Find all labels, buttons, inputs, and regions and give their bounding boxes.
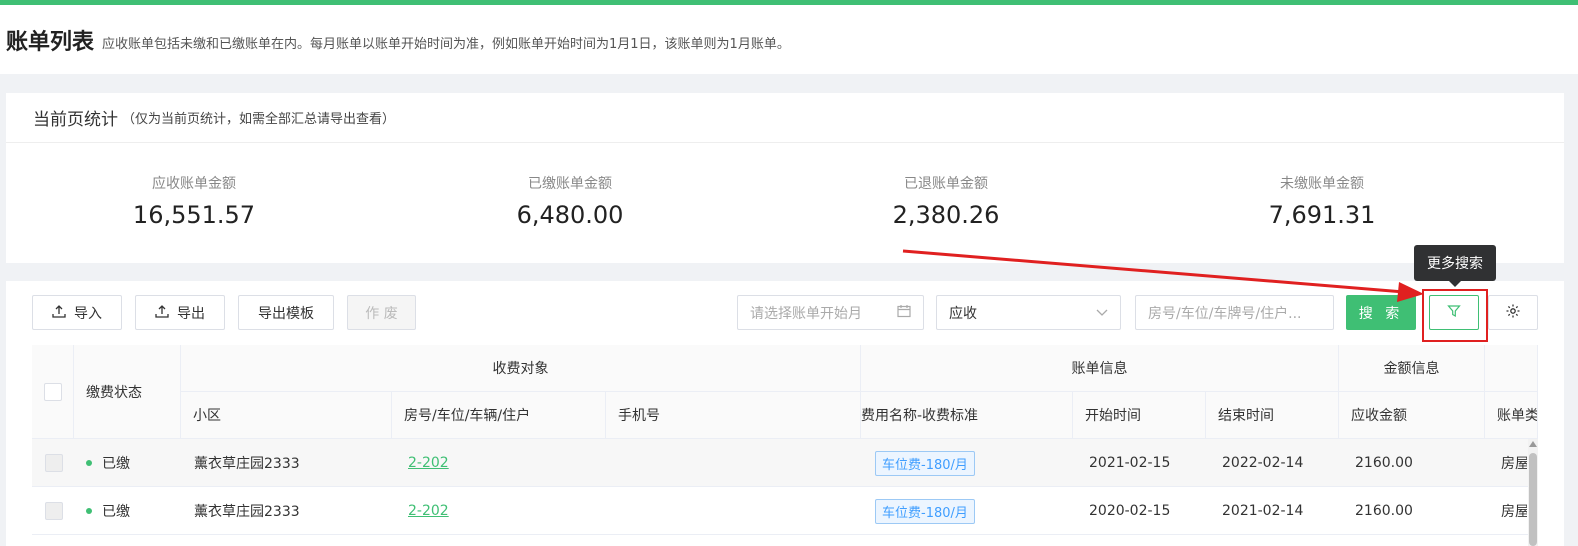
col-receivable: 应收金额 xyxy=(1339,392,1485,439)
import-label: 导入 xyxy=(74,305,102,322)
import-button[interactable]: 导入 xyxy=(32,295,122,330)
void-button[interactable]: 作 废 xyxy=(347,295,416,330)
room-link[interactable]: 2-202 xyxy=(408,455,449,471)
room-cell: 2-202 xyxy=(408,487,449,535)
row-checkbox[interactable] xyxy=(45,454,63,472)
row-checkbox-cell xyxy=(45,487,63,535)
stat-value: 6,480.00 xyxy=(516,201,624,229)
col-phone: 手机号 xyxy=(606,392,861,439)
end-cell: 2021-02-14 xyxy=(1222,503,1304,519)
page-title: 账单列表 xyxy=(6,29,95,55)
stat-label: 应收账单金额 xyxy=(152,176,236,192)
stat-value: 7,691.31 xyxy=(1268,201,1376,229)
col-type: 账单类 xyxy=(1485,392,1538,439)
export-label: 导出 xyxy=(177,305,205,322)
export-template-label: 导出模板 xyxy=(258,305,314,322)
end-cell: 2022-02-14 xyxy=(1222,455,1304,471)
gear-icon xyxy=(1505,303,1521,323)
export-button[interactable]: 导出 xyxy=(135,295,225,330)
page-description: 应收账单包括未缴和已缴账单在内。每月账单以账单开始时间为准，例如账单开始时间为1… xyxy=(102,37,790,52)
col-start: 开始时间 xyxy=(1073,392,1206,439)
stats-card: 当前页统计 （仅为当前页统计，如需全部汇总请导出查看） 应收账单金额 16,55… xyxy=(6,93,1564,263)
stats-header: 当前页统计 （仅为当前页统计，如需全部汇总请导出查看） xyxy=(6,93,1564,143)
col-room: 房号/车位/车辆/住户 xyxy=(392,392,606,439)
status-text: 已缴 xyxy=(102,504,130,520)
title-bar: 账单列表 应收账单包括未缴和已缴账单在内。每月账单以账单开始时间为准，例如账单开… xyxy=(0,5,1578,74)
scrollbar-thumb[interactable] xyxy=(1529,453,1537,546)
select-all-cell xyxy=(32,345,74,439)
col-end: 结束时间 xyxy=(1206,392,1339,439)
bill-type-value: 应收 xyxy=(949,305,977,322)
search-button[interactable]: 搜 索 xyxy=(1346,295,1416,330)
status-dot xyxy=(86,460,92,466)
keyword-placeholder: 房号/车位/车牌号/住户... xyxy=(1148,305,1302,322)
table-row[interactable]: 已缴 薰衣草庄园2333 2-202 车位费-180/月 2020-02-15 … xyxy=(32,487,1538,535)
type-cell: 房屋 xyxy=(1501,456,1527,472)
group-target: 收费对象 xyxy=(181,345,861,392)
community-cell: 薰衣草庄园2333 xyxy=(194,456,300,472)
stats-row: 应收账单金额 16,551.57 已缴账单金额 6,480.00 已退账单金额 … xyxy=(6,143,1564,229)
calendar-icon xyxy=(897,304,911,322)
group-bill: 账单信息 xyxy=(861,345,1339,392)
annotation-highlight-box xyxy=(1422,289,1488,342)
col-community: 小区 xyxy=(181,392,392,439)
more-search-tooltip: 更多搜索 xyxy=(1414,245,1496,287)
chevron-down-icon xyxy=(1096,305,1108,321)
stat-refunded: 已退账单金额 2,380.26 xyxy=(758,143,1134,229)
stat-value: 2,380.26 xyxy=(892,201,1000,229)
bill-month-picker[interactable]: 请选择账单开始月 xyxy=(737,295,924,330)
table-scrollbar[interactable] xyxy=(1528,439,1538,546)
status-text: 已缴 xyxy=(102,456,130,472)
fee-cell: 车位费-180/月 xyxy=(875,487,975,535)
stat-receivable: 应收账单金额 16,551.57 xyxy=(6,143,382,229)
row-checkbox-cell xyxy=(45,439,63,487)
stat-value: 16,551.57 xyxy=(132,201,256,229)
fee-cell: 车位费-180/月 xyxy=(875,439,975,487)
status-cell: 已缴 xyxy=(86,487,130,535)
row-checkbox[interactable] xyxy=(45,502,63,520)
table-row[interactable]: 已缴 薰衣草庄园2333 2-202 车位费-180/月 2021-02-15 … xyxy=(32,439,1538,487)
export-icon xyxy=(155,304,169,322)
keyword-search-input[interactable]: 房号/车位/车牌号/住户... xyxy=(1135,295,1334,330)
stats-title: 当前页统计 xyxy=(33,110,118,130)
stat-unpaid: 未缴账单金额 7,691.31 xyxy=(1134,143,1510,229)
upload-icon xyxy=(52,304,66,322)
col-status: 缴费状态 xyxy=(74,345,181,439)
void-label: 作 废 xyxy=(365,305,398,322)
stats-note: （仅为当前页统计，如需全部汇总请导出查看） xyxy=(122,112,396,127)
fee-tag: 车位费-180/月 xyxy=(875,450,975,476)
status-dot xyxy=(86,508,92,514)
room-cell: 2-202 xyxy=(408,439,449,487)
select-all-checkbox[interactable] xyxy=(43,382,62,401)
group-amount: 金额信息 xyxy=(1339,345,1485,392)
stat-label: 已退账单金额 xyxy=(904,176,988,192)
status-cell: 已缴 xyxy=(86,439,130,487)
settings-button[interactable] xyxy=(1488,295,1538,330)
stat-label: 已缴账单金额 xyxy=(528,176,612,192)
col-fee: 费用名称-收费标准 xyxy=(861,392,1073,439)
receivable-cell: 2160.00 xyxy=(1355,503,1413,519)
bill-list-card: 导入 导出 导出模板 作 废 请选择账单开始月 应收 房号/车位/车牌号/住户.… xyxy=(6,245,1564,546)
room-link[interactable]: 2-202 xyxy=(408,503,449,519)
bill-type-select[interactable]: 应收 xyxy=(936,295,1121,330)
scroll-up-arrow-icon[interactable] xyxy=(1529,441,1537,447)
bill-month-placeholder: 请选择账单开始月 xyxy=(750,305,862,322)
start-cell: 2020-02-15 xyxy=(1089,503,1171,519)
stat-paid: 已缴账单金额 6,480.00 xyxy=(382,143,758,229)
export-template-button[interactable]: 导出模板 xyxy=(238,295,334,330)
community-cell: 薰衣草庄园2333 xyxy=(194,504,300,520)
type-cell: 房屋 xyxy=(1501,504,1527,520)
fee-tag: 车位费-180/月 xyxy=(875,498,975,524)
receivable-cell: 2160.00 xyxy=(1355,455,1413,471)
group-extra xyxy=(1485,345,1538,392)
start-cell: 2021-02-15 xyxy=(1089,455,1171,471)
bill-table: 缴费状态 收费对象 账单信息 金额信息 小区 房号/车位/车辆/住户 手机号 费… xyxy=(32,345,1538,546)
stat-label: 未缴账单金额 xyxy=(1280,176,1364,192)
